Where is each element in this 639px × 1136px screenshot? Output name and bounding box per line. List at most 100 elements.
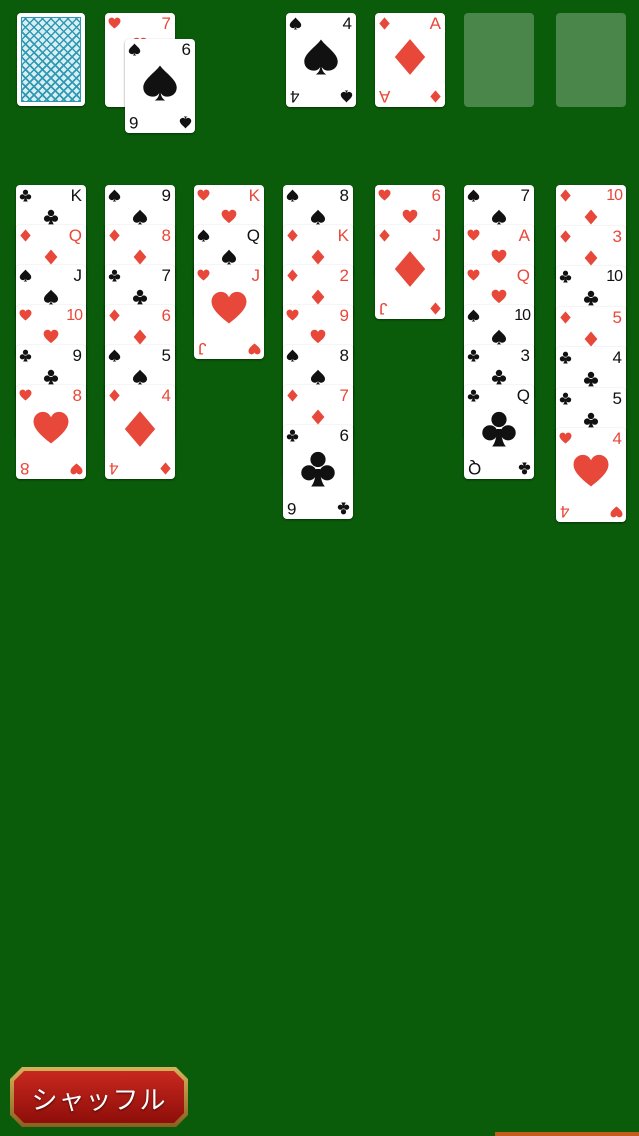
card-rank: 6 xyxy=(339,426,349,445)
heart-pip-icon xyxy=(491,289,507,304)
diamond-icon xyxy=(560,229,571,243)
spade-icon xyxy=(289,17,302,30)
club-icon xyxy=(286,429,299,442)
card-j-of-hearts[interactable]: JJ xyxy=(194,265,264,359)
diamond-center-icon xyxy=(394,251,426,287)
card-rank: A xyxy=(518,226,530,245)
card-rank: Q xyxy=(68,226,82,245)
spade-icon xyxy=(467,189,480,202)
spade-center-icon xyxy=(304,39,338,75)
card-4-of-spades[interactable]: 44 xyxy=(286,13,356,107)
diamond-corner-icon xyxy=(430,302,441,315)
spade-corner-icon xyxy=(340,90,353,103)
card-rank: 8 xyxy=(72,386,82,405)
club-corner-icon xyxy=(518,462,531,475)
spade-corner-icon xyxy=(179,116,192,129)
card-rank: 4 xyxy=(161,386,171,405)
card-back-pattern xyxy=(21,17,81,102)
card-rank: 7 xyxy=(339,386,349,405)
diamond-pip-icon xyxy=(584,249,598,266)
diamond-pip-icon xyxy=(133,329,147,345)
diamond-icon xyxy=(109,389,120,402)
heart-center-icon xyxy=(33,411,69,444)
spade-pip-icon xyxy=(132,369,148,385)
card-rank-inverted: A xyxy=(379,87,391,106)
club-corner-icon xyxy=(337,502,350,515)
spade-pip-icon xyxy=(491,329,507,345)
foundation-empty-slot[interactable] xyxy=(556,13,626,107)
spade-icon xyxy=(108,349,121,362)
diamond-pip-icon xyxy=(584,330,598,347)
card-rank: 5 xyxy=(612,388,622,408)
card-rank: 7 xyxy=(520,186,530,205)
heart-center-icon xyxy=(573,454,609,487)
spade-icon xyxy=(286,349,299,362)
card-rank: 9 xyxy=(339,306,349,325)
card-rank: 4 xyxy=(342,14,352,33)
club-pip-icon xyxy=(43,369,59,385)
card-rank: Q xyxy=(516,386,530,405)
card-rank-inverted: 6 xyxy=(129,113,139,132)
club-icon xyxy=(467,389,480,402)
card-rank: A xyxy=(429,14,441,33)
card-j-of-diamonds[interactable]: JJ xyxy=(375,225,445,319)
card-rank: 2 xyxy=(339,266,349,285)
heart-icon xyxy=(197,269,210,281)
card-6-of-spades[interactable]: 66 xyxy=(125,39,195,133)
card-rank: 6 xyxy=(161,306,171,325)
foundation-empty-slot[interactable] xyxy=(464,13,534,107)
heart-corner-icon xyxy=(248,343,261,355)
spade-pip-icon xyxy=(221,249,237,265)
card-rank-inverted: 4 xyxy=(290,87,300,106)
club-icon xyxy=(467,349,480,362)
spade-icon xyxy=(19,269,32,282)
diamond-icon xyxy=(287,389,298,402)
card-rank: 10 xyxy=(606,268,623,285)
card-rank: 9 xyxy=(161,186,171,205)
spade-icon xyxy=(108,189,121,202)
card-rank: K xyxy=(337,226,349,245)
club-pip-icon xyxy=(491,369,507,385)
card-q-of-clubs[interactable]: QQ xyxy=(464,385,534,479)
card-rank: 4 xyxy=(612,348,622,367)
card-rank-inverted: 8 xyxy=(20,459,30,478)
card-rank: 8 xyxy=(161,226,171,245)
card-rank: 10 xyxy=(66,307,83,324)
card-rank-inverted: J xyxy=(198,339,207,358)
card-4-of-diamonds[interactable]: 44 xyxy=(105,385,175,479)
club-pip-icon xyxy=(583,290,599,306)
card-a-of-diamonds[interactable]: AA xyxy=(375,13,445,107)
card-8-of-hearts[interactable]: 88 xyxy=(16,385,86,479)
card-rank: 3 xyxy=(612,226,622,246)
card-rank: 3 xyxy=(520,346,530,365)
heart-pip-icon xyxy=(310,329,326,344)
spade-pip-icon xyxy=(310,209,326,225)
heart-pip-icon xyxy=(402,209,418,224)
spade-icon xyxy=(128,43,141,56)
heart-icon xyxy=(467,269,480,281)
diamond-center-icon xyxy=(124,411,156,447)
card-rank: 6 xyxy=(431,186,441,205)
card-4-of-hearts[interactable]: 44 xyxy=(556,428,626,522)
club-icon xyxy=(19,189,32,202)
heart-corner-icon xyxy=(610,506,623,518)
heart-pip-icon xyxy=(491,249,507,264)
spade-pip-icon xyxy=(132,209,148,225)
club-icon xyxy=(559,351,572,364)
stock-pile[interactable] xyxy=(17,13,85,106)
card-6-of-clubs[interactable]: 66 xyxy=(283,425,353,519)
card-rank: Q xyxy=(516,266,530,285)
spade-pip-icon xyxy=(310,369,326,385)
card-rank: K xyxy=(70,186,82,205)
diamond-icon xyxy=(287,269,298,282)
diamond-pip-icon xyxy=(584,209,598,225)
club-pip-icon xyxy=(132,289,148,305)
card-rank: 5 xyxy=(612,307,622,327)
card-rank: 9 xyxy=(72,346,82,365)
card-rank: J xyxy=(251,266,261,285)
diamond-pip-icon xyxy=(133,249,147,265)
card-rank: 8 xyxy=(339,186,349,205)
shuffle-button[interactable]: シャッフル xyxy=(10,1067,188,1127)
diamond-icon xyxy=(109,229,120,242)
spade-icon xyxy=(197,229,210,242)
